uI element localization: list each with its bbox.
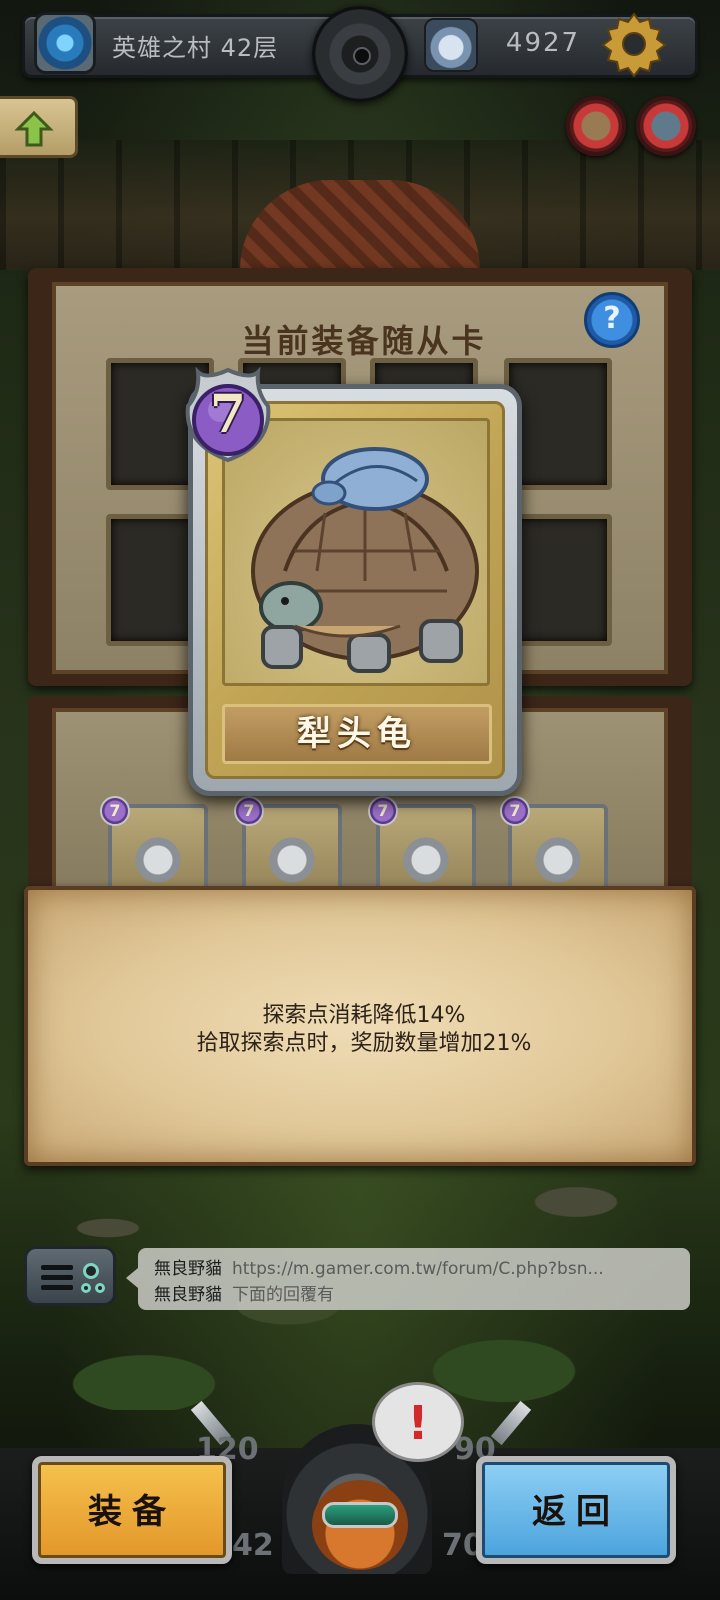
chat-message: 無良野貓 下面的回覆有 — [154, 1280, 684, 1305]
cost-badge: 7 — [100, 796, 130, 826]
chat-username: 無良野貓 — [154, 1259, 222, 1279]
card-cost-value: 7 — [209, 384, 247, 445]
menu-line-icon — [41, 1285, 73, 1290]
card-art — [134, 836, 182, 884]
up-arrow-button[interactable] — [0, 96, 78, 158]
chat-status-icon — [95, 1283, 105, 1293]
menu-line-icon — [41, 1265, 73, 1270]
back-button[interactable]: 返回 — [476, 1456, 676, 1564]
pet-icon[interactable] — [636, 96, 696, 156]
chat-status-icon — [83, 1263, 99, 1279]
panel-title: 当前装备随从卡 — [241, 322, 487, 360]
hero-stat: 42 — [232, 1528, 274, 1563]
floor-label: 英雄之村 42层 — [112, 34, 279, 62]
equip-button[interactable]: 装备 — [32, 1456, 232, 1564]
description-line: 探索点消耗降低14% — [262, 1003, 466, 1028]
card-name: 犁头龟 — [222, 704, 492, 764]
card-description: 探索点消耗降低14% 拾取探索点时，奖励数量增加21% — [28, 1002, 700, 1058]
score-counter: 4927 — [505, 28, 581, 58]
description-line: 拾取探索点时，奖励数量增加21% — [196, 1031, 532, 1056]
hero-goggles — [322, 1502, 398, 1528]
up-arrow-icon — [14, 110, 54, 147]
alert-bubble[interactable]: ! — [372, 1382, 464, 1462]
chat-preview[interactable]: 無良野貓 https://m.gamer.com.tw/forum/C.php?b… — [126, 1248, 690, 1310]
menu-line-icon — [41, 1275, 73, 1280]
cost-badge: 7 — [368, 796, 398, 826]
card-cost-badge: 7 — [180, 366, 276, 466]
help-icon[interactable]: ? — [584, 292, 640, 348]
chat-message: 無良野貓 https://m.gamer.com.tw/forum/C.php?b… — [154, 1254, 684, 1279]
settings-gear-icon[interactable] — [598, 8, 670, 80]
cost-badge: 7 — [500, 796, 530, 826]
card-art — [402, 836, 450, 884]
card-art — [268, 836, 316, 884]
cost-badge: 7 — [234, 796, 264, 826]
chat-text: https://m.gamer.com.tw/forum/C.php?bsn..… — [232, 1259, 604, 1279]
chat-text: 下面的回覆有 — [232, 1285, 334, 1305]
portal-icon[interactable] — [34, 12, 96, 74]
helmet-icon — [424, 18, 478, 72]
card-art — [534, 836, 582, 884]
food-icon[interactable] — [566, 96, 626, 156]
chat-username: 無良野貓 — [154, 1285, 222, 1305]
gear-wheel-icon[interactable] — [312, 6, 408, 102]
chat-menu-button[interactable] — [24, 1246, 116, 1306]
chat-status-icon — [81, 1283, 91, 1293]
card-description-panel: 探索点消耗降低14% 拾取探索点时，奖励数量增加21% — [24, 886, 696, 1166]
